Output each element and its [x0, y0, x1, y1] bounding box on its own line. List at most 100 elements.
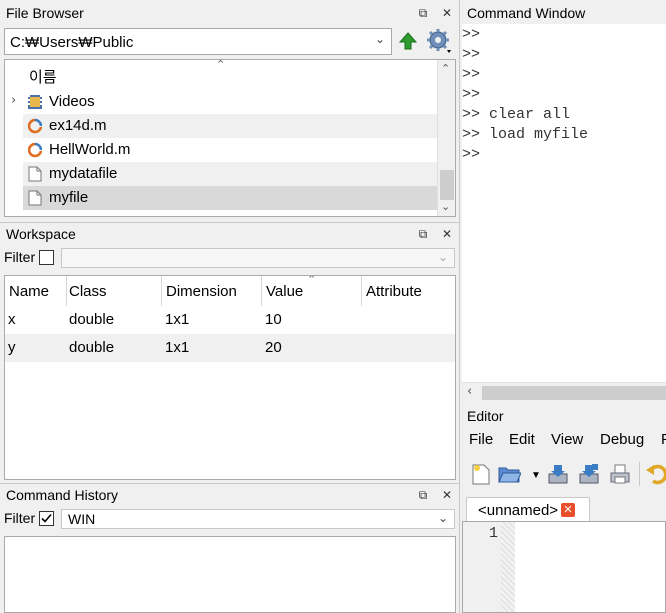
sort-caret-icon: ⌃ [307, 275, 317, 286]
file-browser-title: File Browser [6, 5, 84, 21]
video-folder-icon [28, 95, 42, 109]
divider [0, 222, 460, 223]
filter-checkbox[interactable] [39, 250, 54, 265]
list-item-selected[interactable]: myfile [23, 186, 437, 210]
vertical-scrollbar[interactable]: ⌃ ⌄ [437, 60, 455, 216]
tab-label: <unnamed> [478, 502, 559, 519]
scroll-left-icon[interactable]: ‹ [467, 384, 472, 399]
scrollbar-thumb[interactable] [482, 386, 666, 400]
menu-debug[interactable]: Debug [600, 431, 644, 448]
horizontal-scrollbar[interactable]: ‹ [462, 382, 666, 402]
filter-input[interactable]: ⌄ [61, 248, 455, 268]
close-icon[interactable]: ✕ [440, 227, 454, 241]
editor-tab[interactable]: <unnamed> ✕ [466, 497, 590, 522]
new-file-icon[interactable] [469, 462, 493, 486]
chevron-down-icon[interactable]: ⌄ [438, 250, 448, 264]
undock-icon[interactable]: ⧉ [416, 6, 430, 20]
filter-checkbox[interactable] [39, 511, 54, 526]
command-line: >> [462, 66, 481, 83]
filter-value: WIN [68, 511, 96, 527]
cell-dimension: 1x1 [165, 339, 190, 356]
path-combobox[interactable]: C:₩Users₩Public ⌄ [4, 28, 392, 55]
command-history-title: Command History [6, 487, 119, 503]
list-item[interactable]: › Videos [11, 90, 437, 114]
column-header-value[interactable]: Value [266, 283, 303, 300]
cell-class: double [69, 311, 115, 328]
scroll-up-icon[interactable]: ⌃ [441, 62, 450, 75]
command-line: >> clear all [462, 106, 571, 123]
divider [0, 483, 460, 484]
matlab-script-icon [28, 142, 42, 158]
column-separator[interactable] [261, 276, 262, 306]
file-name: ex14d.m [49, 117, 107, 134]
undock-icon[interactable]: ⧉ [416, 488, 430, 502]
file-name: mydatafile [49, 165, 118, 182]
menu-file[interactable]: File [469, 431, 493, 448]
editor-text-area[interactable]: 1 [462, 521, 666, 613]
column-header-name[interactable]: Name [9, 283, 49, 300]
editor-title: Editor [467, 408, 504, 424]
cell-name: x [8, 311, 16, 328]
go-up-folder-icon[interactable] [397, 30, 419, 52]
chevron-down-icon[interactable]: ⌄ [438, 511, 448, 525]
line-number: 1 [489, 525, 499, 542]
file-name: myfile [49, 189, 89, 206]
chevron-right-icon[interactable]: › [11, 93, 16, 108]
dropdown-arrow-icon[interactable]: ▼ [531, 470, 541, 481]
close-icon[interactable]: ✕ [440, 488, 454, 502]
matlab-script-icon [28, 118, 42, 134]
cell-value: 10 [265, 311, 282, 328]
current-path: C:₩Users₩Public [10, 34, 134, 51]
undock-icon[interactable]: ⧉ [416, 227, 430, 241]
scrollbar-thumb[interactable] [440, 170, 454, 200]
toolbar-separator [639, 462, 640, 486]
name-column-header[interactable]: 이름 [29, 66, 57, 87]
save-all-icon[interactable] [577, 462, 601, 486]
column-separator[interactable] [66, 276, 67, 306]
command-line: >> [462, 86, 481, 103]
column-header-dimension[interactable]: Dimension [166, 283, 237, 300]
column-separator[interactable] [161, 276, 162, 306]
menu-view[interactable]: View [551, 431, 583, 448]
scroll-down-icon[interactable]: ⌄ [441, 200, 450, 213]
file-name: HellWorld.m [49, 141, 131, 158]
command-line: >> [462, 26, 481, 43]
workspace-table[interactable]: Name Class Dimension Value ⌃ Attribute x… [4, 275, 456, 480]
gear-icon[interactable] [426, 28, 452, 54]
file-name: Videos [49, 93, 95, 110]
save-icon[interactable] [546, 462, 570, 486]
column-separator[interactable] [361, 276, 362, 306]
command-line: >> load myfile [462, 126, 589, 143]
close-tab-icon[interactable]: ✕ [561, 503, 575, 517]
filter-input[interactable]: WIN ⌄ [61, 509, 455, 529]
command-line: >> [462, 46, 481, 63]
workspace-title: Workspace [6, 226, 76, 242]
menu-edit[interactable]: Edit [509, 431, 535, 448]
cell-name: y [8, 339, 16, 356]
menu-more[interactable]: F [661, 431, 666, 448]
checkmark-icon [41, 513, 52, 523]
line-number-gutter: 1 [463, 522, 501, 612]
column-header-class[interactable]: Class [69, 283, 107, 300]
file-icon [28, 190, 42, 206]
close-icon[interactable]: ✕ [440, 6, 454, 20]
command-history-list[interactable] [4, 536, 456, 613]
list-item[interactable]: ex14d.m [23, 114, 437, 138]
sort-caret-icon: ⌃ [216, 59, 226, 71]
list-item[interactable]: mydatafile [23, 162, 437, 186]
filter-label: Filter [4, 510, 36, 526]
chevron-down-icon[interactable]: ⌄ [375, 32, 385, 46]
file-icon [28, 166, 42, 182]
panel-splitter[interactable] [459, 0, 460, 613]
table-row[interactable]: y double 1x1 20 [5, 334, 455, 362]
column-header-attribute[interactable]: Attribute [366, 283, 422, 300]
table-row[interactable]: x double 1x1 10 [5, 306, 455, 334]
list-item[interactable]: HellWorld.m [23, 138, 437, 162]
command-window[interactable]: >> >> >> >> >> clear all >> load myfile … [462, 24, 666, 382]
open-folder-icon[interactable] [497, 462, 522, 486]
command-window-title: Command Window [467, 5, 586, 21]
file-list[interactable]: 이름 ⌃ › Videos ex14d.m HellWorld.m mydata… [4, 59, 456, 217]
undo-icon[interactable] [645, 462, 666, 486]
print-icon[interactable] [608, 462, 632, 486]
cell-value: 20 [265, 339, 282, 356]
